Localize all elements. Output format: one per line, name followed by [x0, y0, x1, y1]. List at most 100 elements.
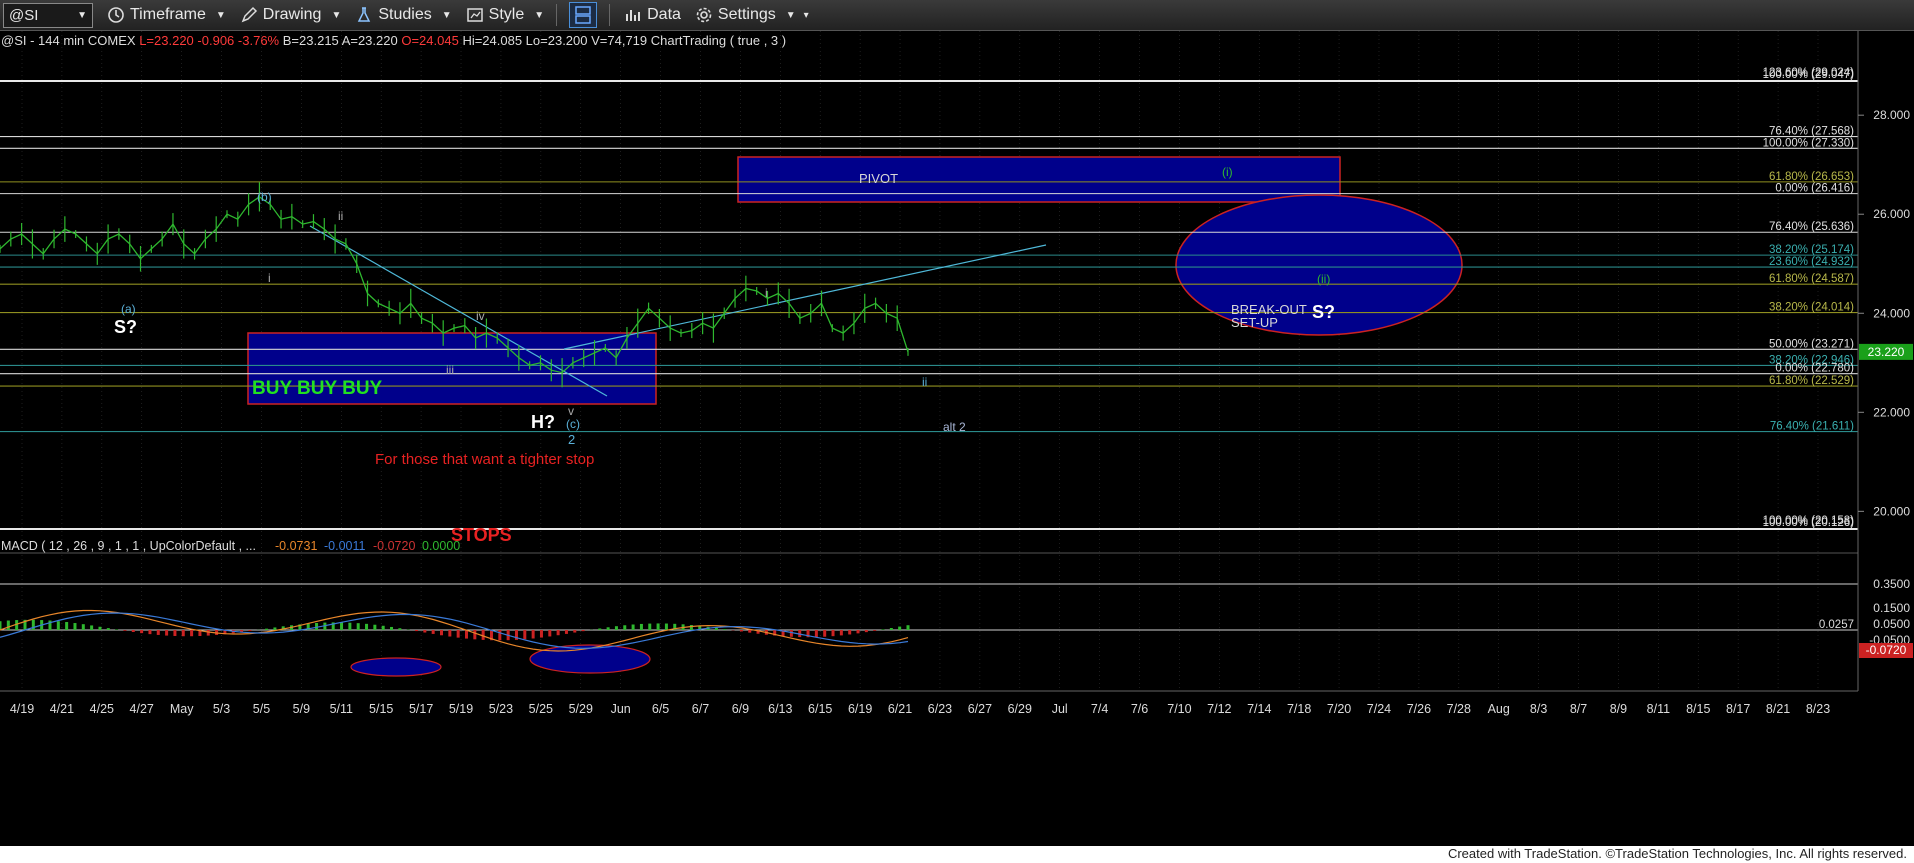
pivot-zone	[737, 156, 1341, 203]
time-tick-label: 8/15	[1686, 702, 1710, 716]
macd-tick-label: 0.1500	[1873, 601, 1910, 615]
wave-c-label: (c)	[566, 417, 580, 431]
layout-icon	[575, 6, 591, 24]
time-tick-label: 8/3	[1530, 702, 1547, 716]
macd-divergence-left	[350, 657, 442, 677]
time-tick-label: 5/19	[449, 702, 473, 716]
macd-tick-label: 0.3500	[1873, 577, 1910, 591]
time-tick-label: 7/28	[1447, 702, 1471, 716]
time-tick-label: 5/9	[293, 702, 310, 716]
style-menu[interactable]: Style ▼	[466, 6, 544, 24]
time-tick-label: Aug	[1488, 702, 1510, 716]
time-tick-label: 7/20	[1327, 702, 1351, 716]
tighter-stop-label: For those that want a tighter stop	[375, 451, 594, 468]
time-tick-label: 4/25	[90, 702, 114, 716]
time-tick-label: 7/4	[1091, 702, 1108, 716]
time-tick-label: May	[170, 702, 194, 716]
macd-info-label: MACD ( 12 , 26 , 9 , 1 , 1 , UpColorDefa…	[1, 539, 256, 553]
time-tick-label: 5/11	[330, 702, 353, 716]
chevron-down-icon: ▼	[785, 9, 796, 21]
fib-label: 100.00% (27.330)	[1763, 137, 1855, 149]
studies-menu[interactable]: Studies ▼	[355, 6, 452, 24]
wave-b-label: (b)	[257, 190, 272, 204]
chevron-down-icon: ▼	[534, 9, 545, 21]
wave-ii-paren-label: (ii)	[1317, 272, 1330, 286]
fib-label: 23.60% (24.932)	[1769, 256, 1854, 268]
time-tick-label: 7/6	[1131, 702, 1148, 716]
time-tick-label: 6/7	[692, 702, 709, 716]
fib-label: 61.80% (26.653)	[1769, 171, 1854, 183]
time-tick-label: 7/24	[1367, 702, 1391, 716]
time-tick-label: 5/17	[409, 702, 433, 716]
fib-label: 76.40% (25.636)	[1769, 221, 1854, 233]
time-tick-label: 4/27	[130, 702, 154, 716]
time-tick-label: 6/5	[652, 702, 669, 716]
wave-v-label: v	[568, 404, 574, 418]
fib-label: 38.20% (25.174)	[1769, 244, 1854, 256]
style-label: Style	[488, 6, 525, 23]
style-icon	[466, 8, 483, 22]
timeframe-label: Timeframe	[130, 6, 206, 23]
time-axis: 4/19 4/21 4/25 4/27 May 5/3 5/5 5/9 5/11 5/15 5/17…	[0, 690, 1858, 716]
fib-label: 76.40% (21.611)	[1770, 421, 1854, 433]
wave-2-label: 2	[568, 432, 575, 447]
time-tick-label: 7/12	[1207, 702, 1231, 716]
macd-line	[0, 609, 909, 652]
studies-label: Studies	[378, 6, 432, 23]
time-tick-label: 6/9	[732, 702, 749, 716]
toolbar: @SI ▼ Timeframe ▼ Drawing ▼ Studies ▼ St…	[0, 0, 1914, 31]
time-tick-label: Jun	[611, 702, 631, 716]
time-tick-label: 6/19	[848, 702, 872, 716]
layout-button[interactable]	[569, 2, 598, 28]
time-tick-label: 5/23	[489, 702, 513, 716]
time-tick-label: 4/19	[10, 702, 34, 716]
fib-label: 38.20% (24.014)	[1769, 302, 1854, 314]
data-menu[interactable]: Data	[624, 6, 681, 24]
timeframe-menu[interactable]: Timeframe ▼	[107, 6, 226, 24]
wave-a-label: (a)	[121, 302, 136, 316]
breakout-label-2: SET-UP	[1231, 315, 1278, 330]
symbol-input[interactable]: @SI ▼	[3, 2, 93, 28]
s-left-label: S?	[114, 317, 137, 337]
macd-info-v4: 0.0000	[422, 539, 460, 553]
pivot-label: PIVOT	[859, 171, 898, 186]
macd-info-v1: -0.0731	[275, 539, 317, 553]
price-chart[interactable]: 123.60% (29.024)100.00% (29.047)76.40% (…	[0, 31, 1914, 846]
wave-iv-label: iv	[476, 309, 485, 323]
fib-label: 100.00% (20.126)	[1763, 517, 1855, 529]
time-tick-label: 7/10	[1167, 702, 1191, 716]
settings-label: Settings	[717, 6, 776, 23]
time-tick-label: 4/21	[50, 702, 74, 716]
chevron-down-icon: ▼	[77, 9, 87, 21]
chevron-down-icon: ▼	[215, 9, 226, 21]
wave-i-right-label: i	[765, 286, 768, 300]
macd-signal-line	[0, 612, 909, 649]
time-tick-label: 7/14	[1247, 702, 1271, 716]
drawing-menu[interactable]: Drawing ▼	[240, 6, 341, 24]
fib-label: 0.00% (22.780)	[1775, 363, 1854, 375]
macd-info-v3: -0.0720	[373, 539, 415, 553]
time-tick-label: 6/21	[888, 702, 912, 716]
time-tick-label: 6/27	[968, 702, 992, 716]
fib-label: 61.80% (24.587)	[1769, 273, 1854, 285]
macd-info-line: MACD ( 12 , 26 , 9 , 1 , 1 , UpColorDefa…	[1, 539, 460, 553]
last-price-label: 23.220	[1868, 345, 1905, 359]
wave-iii-label: iii	[446, 363, 454, 377]
symbol-value: @SI	[9, 6, 39, 24]
price-tick-label: 22.000	[1873, 405, 1910, 419]
uptrend-line	[563, 244, 1047, 350]
data-label: Data	[647, 6, 681, 23]
time-tick-label: 8/21	[1766, 702, 1790, 716]
macd-last-label: -0.0720	[1866, 643, 1907, 657]
clock-icon	[108, 7, 124, 23]
price-tick-label: 24.000	[1873, 306, 1910, 320]
time-tick-label: 6/15	[808, 702, 832, 716]
settings-menu[interactable]: Settings ▼ ▾	[695, 6, 809, 24]
s-right-label: S?	[1312, 302, 1335, 322]
wave-i-small-label: i	[268, 271, 271, 285]
wave-ii-small-label: ii	[338, 209, 343, 223]
gear-icon	[696, 7, 712, 23]
time-tick-label: 5/15	[369, 702, 393, 716]
time-tick-label: 6/23	[928, 702, 952, 716]
price-tick-label: 28.000	[1873, 108, 1910, 122]
